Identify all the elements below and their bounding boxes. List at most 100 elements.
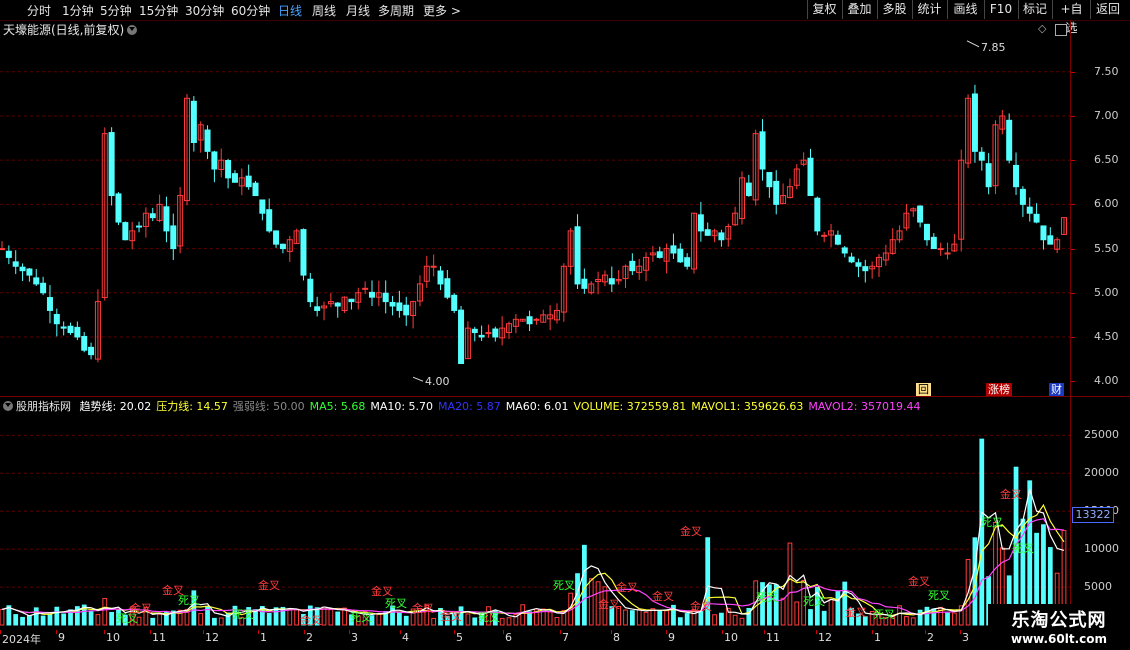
candle-body xyxy=(5,250,12,258)
date-label: 8 xyxy=(613,631,620,644)
volume-bar xyxy=(787,542,793,626)
volume-bar xyxy=(109,611,115,626)
period-tab-5[interactable]: 60分钟 xyxy=(231,2,270,19)
candle-body xyxy=(1013,164,1020,188)
price-tick: 4.50 xyxy=(1094,329,1119,343)
candle-body xyxy=(745,182,752,197)
date-label: 2 xyxy=(306,631,313,644)
volume-bar xyxy=(945,612,950,626)
volume-bar xyxy=(150,617,156,626)
volume-bar xyxy=(273,607,279,626)
period-tab-10[interactable]: 更多 > xyxy=(423,2,461,19)
death-cross-label: 死叉 xyxy=(478,611,500,624)
volume-bar xyxy=(629,610,635,626)
volume-bar xyxy=(780,597,786,626)
candle-body xyxy=(19,266,26,272)
period-tab-2[interactable]: 5分钟 xyxy=(100,2,132,19)
period-tab-4[interactable]: 30分钟 xyxy=(185,2,224,19)
tick-mark xyxy=(1071,381,1075,383)
candle-body xyxy=(211,151,218,170)
date-label: 2 xyxy=(927,631,934,644)
candle-body xyxy=(1033,213,1040,223)
candle-body xyxy=(937,248,944,251)
candle-body xyxy=(629,260,636,272)
period-tab-7[interactable]: 周线 xyxy=(312,2,336,19)
date-label: 10 xyxy=(724,631,738,644)
volume-bar xyxy=(376,612,382,626)
golden-cross-label: 金叉 xyxy=(680,525,702,538)
volume-bar xyxy=(218,617,224,626)
toolbar-button-8[interactable]: 返回 xyxy=(1090,0,1125,19)
candle-body xyxy=(574,226,581,285)
volume-bar xyxy=(431,617,437,626)
volume-bar xyxy=(520,604,526,626)
date-tick xyxy=(560,630,561,634)
death-cross-label: 死叉 xyxy=(350,611,372,624)
toolbar-button-1[interactable]: 叠加 xyxy=(842,0,876,19)
candle-body xyxy=(231,173,238,183)
candle-body xyxy=(608,278,615,285)
date-label: 10 xyxy=(106,631,120,644)
volume-bar xyxy=(294,608,300,626)
volume-bar xyxy=(979,438,985,626)
candle-body xyxy=(855,262,862,267)
volume-bar xyxy=(719,612,724,626)
death-cross-label: 死叉 xyxy=(756,591,778,604)
period-tab-0[interactable]: 分时 xyxy=(27,2,51,19)
volume-bar xyxy=(266,612,272,626)
toolbar-button-6[interactable]: 标记 xyxy=(1018,0,1051,19)
toolbar-button-0[interactable]: 复权 xyxy=(807,0,841,19)
golden-cross-label: 金叉 xyxy=(652,590,674,603)
candle-body xyxy=(848,256,855,263)
candle-body xyxy=(136,225,143,228)
volume-bar xyxy=(465,613,471,626)
date-label: 5 xyxy=(456,631,463,644)
hui-badge[interactable]: 回 xyxy=(916,383,931,396)
date-tick xyxy=(960,630,961,634)
period-toolbar: 分时 1分钟 5分钟 15分钟 30分钟 60分钟 日线 周线 月线 多周期 更多 > 复权 叠加 多股统… xyxy=(0,0,1130,35)
candle-body xyxy=(88,346,95,356)
date-label: 1 xyxy=(874,631,881,644)
death-cross-label: 死叉 xyxy=(928,589,950,602)
candle-body xyxy=(430,265,437,268)
date-tick xyxy=(0,630,1,634)
period-tab-3[interactable]: 15分钟 xyxy=(139,2,178,19)
death-cross-label: 死叉 xyxy=(803,595,825,608)
date-tick xyxy=(816,630,817,634)
candle-body xyxy=(252,182,259,197)
candle-body xyxy=(12,261,19,267)
candle-body xyxy=(1040,225,1047,241)
death-cross-label: 死叉 xyxy=(232,608,254,621)
zhangbang-badge[interactable]: 涨榜 xyxy=(986,383,1012,396)
volume-chart[interactable] xyxy=(0,397,1070,629)
volume-tick: 5000 xyxy=(1084,580,1112,594)
cai-badge[interactable]: 财 xyxy=(1049,383,1064,396)
volume-bar xyxy=(225,612,231,626)
date-label: 12 xyxy=(205,631,219,644)
watermark-url: www.60lt.com xyxy=(1010,632,1108,646)
candle-body xyxy=(807,157,814,197)
death-cross-label: 死叉 xyxy=(553,579,575,592)
tick-mark xyxy=(1071,204,1075,206)
toolbar-button-2[interactable]: 多股 xyxy=(877,0,911,19)
low-label: 4.00 xyxy=(425,375,450,388)
death-cross-label: 死叉 xyxy=(873,608,895,621)
period-tab-6[interactable]: 日线 xyxy=(278,2,302,19)
toolbar-button-7[interactable]: +自选 xyxy=(1052,0,1090,35)
period-tab-8[interactable]: 月线 xyxy=(346,2,370,19)
candle-body xyxy=(1026,206,1033,214)
price-chart[interactable]: 7.85 4.00 xyxy=(0,20,1070,396)
candle-body xyxy=(33,277,40,285)
candle-body xyxy=(862,266,869,272)
volume-bar xyxy=(321,606,327,626)
toolbar-button-4[interactable]: 画线 xyxy=(947,0,983,19)
toolbar-button-3[interactable]: 统计 xyxy=(912,0,946,19)
period-tab-9[interactable]: 多周期 xyxy=(378,2,414,19)
date-tick xyxy=(400,630,401,634)
candle-body xyxy=(204,129,211,152)
candle-body xyxy=(81,335,88,351)
period-tab-1[interactable]: 1分钟 xyxy=(62,2,94,19)
volume-bar xyxy=(677,617,683,626)
axis-separator xyxy=(1070,20,1071,650)
toolbar-button-5[interactable]: F10 xyxy=(984,0,1017,19)
